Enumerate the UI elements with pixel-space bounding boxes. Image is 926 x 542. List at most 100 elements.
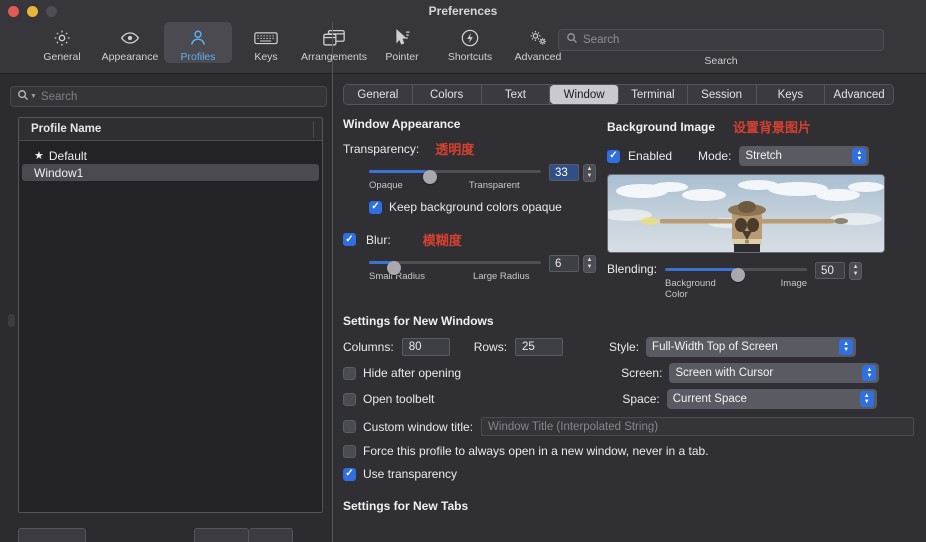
search-icon <box>17 88 29 106</box>
slider-max-label: Image <box>780 278 808 289</box>
chevron-updown-icon: ▲ ▼ <box>859 391 874 407</box>
toolbar-item-pointer[interactable]: Pointer <box>368 22 436 63</box>
close-button[interactable] <box>8 6 19 17</box>
chevron-down-icon: ▼ <box>852 271 859 277</box>
toolbar-label: Pointer <box>385 51 419 63</box>
background-enabled-label: Enabled <box>628 149 673 163</box>
screen-dropdown[interactable]: Screen with Cursor ▲ ▼ <box>669 363 880 383</box>
sidebar-search-input[interactable] <box>40 90 320 103</box>
sidebar-resize-handle[interactable] <box>8 314 15 327</box>
chevron-down-icon: ▼ <box>586 173 593 179</box>
use-transparency-checkbox[interactable] <box>343 467 356 481</box>
blending-value[interactable]: 50 <box>815 262 846 279</box>
custom-window-title-checkbox[interactable] <box>343 420 356 433</box>
blur-annotation: 模糊度 <box>422 233 462 248</box>
force-new-window-checkbox[interactable] <box>343 444 356 458</box>
title-bar: Preferences <box>0 0 926 22</box>
tab-keys[interactable]: Keys <box>756 85 826 104</box>
rows-label: Rows: <box>473 340 508 354</box>
hide-after-opening-checkbox[interactable] <box>343 366 356 380</box>
search-input[interactable] <box>583 34 876 46</box>
style-dropdown[interactable]: Full-Width Top of Screen ▲ ▼ <box>646 337 857 357</box>
transparency-value[interactable]: 33 <box>549 164 579 181</box>
column-header-profile-name: Profile Name <box>31 123 102 135</box>
columns-input[interactable]: 80 <box>401 338 450 356</box>
slider-fill <box>369 169 426 173</box>
new-tabs-title: Settings for New Tabs <box>343 499 469 513</box>
slider-knob[interactable] <box>387 260 401 275</box>
toolbar-label: Profiles <box>180 51 216 63</box>
eye-icon <box>119 26 141 50</box>
sidebar-buttons <box>18 528 293 542</box>
blur-stepper[interactable]: ▲ ▼ <box>583 255 596 273</box>
force-new-window-label: Force this profile to always open in a n… <box>363 444 709 458</box>
tab-advanced[interactable]: Advanced <box>825 85 893 104</box>
settings-columns: Window Appearance Transparency: 透明度 Opaq… <box>343 117 914 300</box>
blending-stepper[interactable]: ▲ ▼ <box>849 262 863 280</box>
tab-bar: General Colors Text Window Terminal Sess… <box>343 84 894 105</box>
rows-input[interactable]: 25 <box>515 338 564 356</box>
column-divider[interactable] <box>313 121 314 137</box>
space-dropdown[interactable]: Current Space ▲ ▼ <box>666 389 877 409</box>
toolbar-item-appearance[interactable]: Appearance <box>96 22 164 63</box>
profile-name: Window1 <box>34 165 84 180</box>
toolbar-label: Keys <box>254 51 278 63</box>
background-image-preview[interactable] <box>607 174 885 253</box>
use-transparency-label: Use transparency <box>363 467 458 481</box>
transparency-slider[interactable] <box>369 164 541 184</box>
minimize-button[interactable] <box>27 6 38 17</box>
other-actions-button[interactable] <box>194 528 249 542</box>
traffic-lights <box>8 6 57 17</box>
add-profile-button[interactable] <box>18 528 86 542</box>
gears-icon <box>527 26 549 50</box>
blending-slider[interactable] <box>665 262 808 282</box>
blur-checkbox[interactable] <box>343 233 356 246</box>
toolbar-label: General <box>43 51 81 63</box>
windows-icon <box>322 26 346 50</box>
background-image-annotation: 设置背景图片 <box>733 120 812 135</box>
list-item[interactable]: ★ Default <box>22 147 319 164</box>
toolbar-search-field[interactable] <box>558 29 884 51</box>
sidebar-search-field[interactable]: ▼ <box>10 86 327 107</box>
tab-session[interactable]: Session <box>687 85 757 104</box>
chevron-up-icon: ▲ <box>852 264 859 270</box>
toolbar-item-keys[interactable]: Keys <box>232 22 300 63</box>
space-label: Space: <box>622 392 660 406</box>
tab-general[interactable]: General <box>344 85 413 104</box>
background-enabled-checkbox[interactable] <box>607 149 620 163</box>
mode-dropdown[interactable]: Stretch ▲ ▼ <box>739 146 870 166</box>
sidebar: ▼ Profile Name ★ Default Window1 <box>0 22 333 542</box>
window-title: Preferences <box>428 4 498 18</box>
chevron-updown-icon: ▲ ▼ <box>839 339 854 355</box>
zoom-button <box>46 6 57 17</box>
list-item[interactable]: Window1 <box>22 164 319 181</box>
tab-colors[interactable]: Colors <box>412 85 482 104</box>
body: ▼ Profile Name ★ Default Window1 <box>0 22 926 542</box>
right-column: Background Image 设置背景图片 Enabled Mode: St… <box>607 117 892 300</box>
toolbar-item-profiles[interactable]: Profiles <box>164 22 232 63</box>
tab-terminal[interactable]: Terminal <box>619 85 688 104</box>
tab-window[interactable]: Window <box>550 85 619 104</box>
toolbar-item-general[interactable]: General <box>28 22 96 63</box>
slider-knob[interactable] <box>423 169 437 184</box>
keep-background-opaque-checkbox[interactable] <box>369 200 382 214</box>
space-value: Current Space <box>672 393 747 405</box>
custom-window-title-input[interactable]: Window Title (Interpolated String) <box>481 417 914 436</box>
keyboard-icon <box>254 26 278 50</box>
transparency-label: Transparency: <box>343 141 420 156</box>
toolbar-label: Arrangements <box>301 51 367 63</box>
blur-value[interactable]: 6 <box>549 255 579 272</box>
more-actions-button[interactable] <box>249 528 293 542</box>
toolbar-item-shortcuts[interactable]: Shortcuts <box>436 22 504 63</box>
chevron-down-icon[interactable]: ▼ <box>30 93 37 100</box>
bolt-icon <box>460 26 480 50</box>
transparency-stepper[interactable]: ▲ ▼ <box>583 164 596 182</box>
toolbar-item-arrangements[interactable]: Arrangements <box>300 22 368 63</box>
keep-background-opaque-label: Keep background colors opaque <box>389 200 562 214</box>
tab-text[interactable]: Text <box>481 85 551 104</box>
open-toolbelt-checkbox[interactable] <box>343 392 356 406</box>
toolbar-search-area: Search <box>558 29 884 67</box>
slider-knob[interactable] <box>731 267 746 282</box>
slider-max-label: Transparent <box>468 180 520 191</box>
blur-slider[interactable] <box>369 255 541 275</box>
